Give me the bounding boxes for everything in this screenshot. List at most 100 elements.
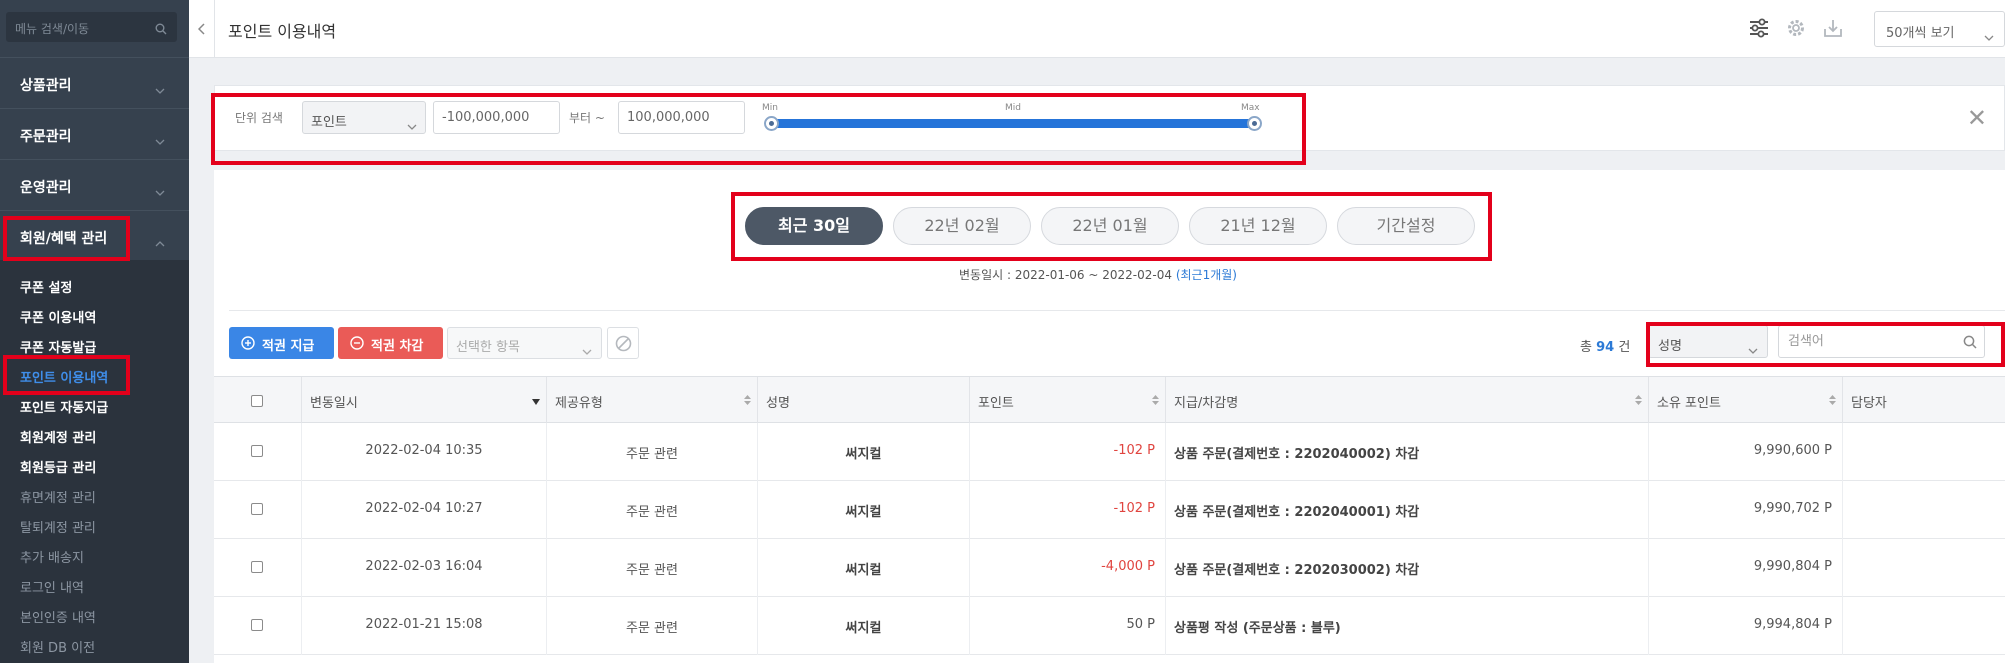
cell-name: 써지컬 xyxy=(757,481,969,539)
column-header-date[interactable]: 변동일시 xyxy=(301,377,546,424)
total-suffix: 건 xyxy=(1618,340,1631,355)
table-row[interactable]: 2022-02-04 10:27 주문 관련 써지컬 -102 P 상품 주문(결제번호… xyxy=(214,481,2005,539)
sidebar-item-login-history[interactable]: 로그인 내역 xyxy=(20,577,84,596)
cell-date: 2022-02-04 10:35 xyxy=(301,423,546,481)
column-header-name[interactable]: 성명 xyxy=(757,377,969,424)
cell-date-text: 2022-02-04 10:27 xyxy=(365,501,483,516)
deduct-points-button[interactable]: 적권 차감 xyxy=(338,327,443,359)
row-checkbox[interactable] xyxy=(251,445,263,457)
sidebar-section-orders[interactable]: 주문관리 xyxy=(0,108,189,159)
sidebar-item-point-history[interactable]: 포인트 이용내역 xyxy=(20,367,108,386)
sidebar-submenu: 쿠폰 설정 쿠폰 이용내역 쿠폰 자동발급 포인트 이용내역 포인트 자동지급 … xyxy=(0,260,189,663)
chevron-down-icon xyxy=(1748,339,1758,358)
search-input[interactable] xyxy=(1778,325,1985,358)
sidebar-section-label: 상품관리 xyxy=(20,78,72,94)
select-all-checkbox[interactable] xyxy=(251,395,263,407)
gear-icon[interactable] xyxy=(1785,17,1807,43)
cell-balance: 9,990,804 P xyxy=(1648,539,1842,597)
sort-desc-icon[interactable] xyxy=(532,394,540,409)
period-button-2022-02[interactable]: 22년 02월 xyxy=(893,207,1031,245)
cell-date: 2022-02-03 16:04 xyxy=(301,539,546,597)
column-header-description[interactable]: 지급/차감명 xyxy=(1165,377,1648,424)
slider-max-handle[interactable] xyxy=(1247,116,1262,131)
grant-points-button[interactable]: 적권 지급 xyxy=(229,327,334,359)
sidebar-item-dormant-accounts[interactable]: 휴면계정 관리 xyxy=(20,487,96,506)
cell-checkbox xyxy=(214,481,301,539)
selected-items-select[interactable]: 선택한 항목 xyxy=(447,327,602,359)
range-slider-track[interactable] xyxy=(772,119,1254,128)
sidebar-item-verification-history[interactable]: 본인인증 내역 xyxy=(20,607,96,626)
sidebar-section-label: 회원/혜택 관리 xyxy=(20,231,108,247)
search-icon[interactable] xyxy=(1963,334,1977,353)
sidebar-item-withdrawn-accounts[interactable]: 탈퇴계정 관리 xyxy=(20,517,96,536)
grant-points-label: 적권 지급 xyxy=(262,339,315,354)
unit-search-label: 단위 검색 xyxy=(235,111,283,125)
cell-description-text: 상품 주문(결제번호 : 2202040002) 차감 xyxy=(1174,447,1420,462)
column-header-balance[interactable]: 소유 포인트 xyxy=(1648,377,1842,424)
sort-icon[interactable] xyxy=(1829,394,1836,409)
column-header-point[interactable]: 포인트 xyxy=(969,377,1165,424)
cell-manager xyxy=(1842,539,2005,597)
cell-checkbox xyxy=(214,597,301,655)
cell-type: 주문 관련 xyxy=(546,481,757,539)
column-header-manager[interactable]: 담당자 xyxy=(1842,377,2005,424)
chevron-down-icon xyxy=(155,130,165,149)
menu-search-placeholder: 메뉴 검색/이동 xyxy=(15,22,90,36)
cell-type-text: 주문 관련 xyxy=(626,505,678,520)
table-row[interactable]: 2022-02-04 10:35 주문 관련 써지컬 -102 P 상품 주문(결제번호… xyxy=(214,423,2005,481)
download-icon[interactable] xyxy=(1822,17,1844,43)
cell-name: 써지컬 xyxy=(757,597,969,655)
menu-search-input[interactable]: 메뉴 검색/이동 xyxy=(6,12,177,42)
close-icon[interactable]: ✕ xyxy=(1967,106,1987,130)
chevron-up-icon xyxy=(155,232,165,251)
sidebar-section-operations[interactable]: 운영관리 xyxy=(0,159,189,210)
row-checkbox[interactable] xyxy=(251,503,263,515)
cell-balance: 9,990,702 P xyxy=(1648,481,1842,539)
period-button-2022-01[interactable]: 22년 01월 xyxy=(1041,207,1179,245)
cell-description-text: 상품 주문(결제번호 : 2202030002) 차감 xyxy=(1174,563,1420,578)
period-button-2021-12[interactable]: 21년 12월 xyxy=(1189,207,1327,245)
table-row[interactable]: 2022-02-03 16:04 주문 관련 써지컬 -4,000 P 상품 주문(결제… xyxy=(214,539,2005,597)
slider-min-handle[interactable] xyxy=(764,116,779,131)
sidebar-item-member-db-transfer[interactable]: 회원 DB 이전 xyxy=(20,637,95,656)
cell-type-text: 주문 관련 xyxy=(626,621,678,636)
sort-icon[interactable] xyxy=(1635,394,1642,409)
cell-name: 써지컬 xyxy=(757,539,969,597)
sidebar-item-extra-address[interactable]: 추가 배송지 xyxy=(20,547,84,566)
sidebar-section-products[interactable]: 상품관리 xyxy=(0,57,189,108)
max-value-input[interactable] xyxy=(618,101,745,134)
page-size-select[interactable]: 50개씩 보기 xyxy=(1874,11,2005,47)
period-button-custom[interactable]: 기간설정 xyxy=(1337,207,1475,245)
search-icon[interactable] xyxy=(155,20,167,39)
period-range-text: 변동일시 : 2022-01-06 ~ 2022-02-04 (최근1개월) xyxy=(959,266,1237,283)
period-button-last-30-days[interactable]: 최근 30일 xyxy=(745,207,883,245)
cell-name-text: 써지컬 xyxy=(845,621,882,636)
sliders-icon[interactable] xyxy=(1748,17,1770,43)
sidebar-item-coupon-settings[interactable]: 쿠폰 설정 xyxy=(20,277,72,296)
chevron-down-icon xyxy=(407,115,417,134)
cancel-selection-button[interactable] xyxy=(607,327,639,359)
sidebar-item-point-auto-grant[interactable]: 포인트 자동지급 xyxy=(20,397,108,416)
total-prefix: 총 xyxy=(1580,340,1592,355)
slider-mid-label: Mid xyxy=(1005,103,1021,113)
sidebar-item-coupon-auto-issue[interactable]: 쿠폰 자동발급 xyxy=(20,337,96,356)
deduct-points-label: 적권 차감 xyxy=(371,339,424,354)
search-field-select[interactable]: 성명 xyxy=(1648,325,1768,358)
unit-select[interactable]: 포인트 xyxy=(302,101,426,134)
sidebar-item-member-grades[interactable]: 회원등급 관리 xyxy=(20,457,96,476)
period-range-link[interactable]: (최근1개월) xyxy=(1176,268,1237,282)
sidebar-item-coupon-history[interactable]: 쿠폰 이용내역 xyxy=(20,307,96,326)
cell-type: 주문 관련 xyxy=(546,597,757,655)
sidebar-item-member-accounts[interactable]: 회원계정 관리 xyxy=(20,427,96,446)
row-checkbox[interactable] xyxy=(251,619,263,631)
sort-icon[interactable] xyxy=(1152,394,1159,409)
divider xyxy=(229,310,2005,311)
min-value-input[interactable] xyxy=(433,101,560,134)
row-checkbox[interactable] xyxy=(251,561,263,573)
sidebar-section-members[interactable]: 회원/혜택 관리 xyxy=(0,210,189,261)
table-row[interactable]: 2022-01-21 15:08 주문 관련 써지컬 50 P 상품평 작성 (주문상품… xyxy=(214,597,2005,655)
cell-description-text: 상품평 작성 (주문상품 : 블루) xyxy=(1174,621,1341,636)
sidebar-collapse-button[interactable] xyxy=(189,0,215,58)
column-header-type[interactable]: 제공유형 xyxy=(546,377,757,424)
sort-icon[interactable] xyxy=(744,394,751,409)
